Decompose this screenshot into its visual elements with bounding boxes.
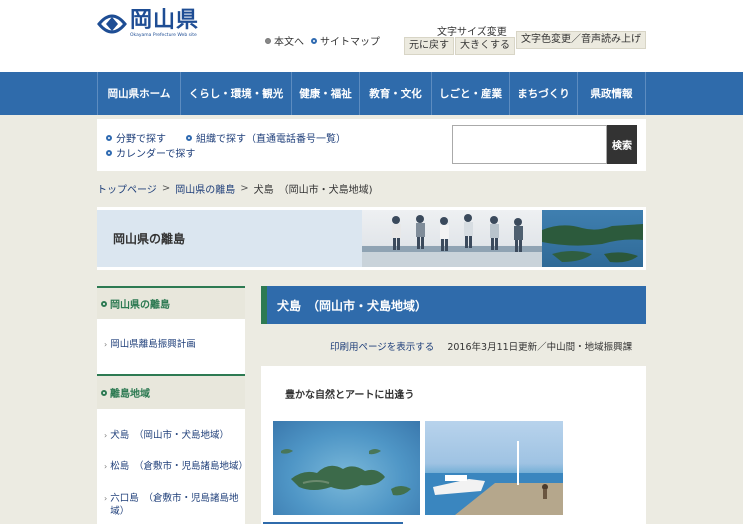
aerial-islands-image bbox=[281, 449, 411, 496]
sidebar-section-title: 岡山県の離島 bbox=[110, 300, 170, 311]
sidebar-item-label: 犬島 （岡山市・犬島地域） bbox=[110, 430, 229, 441]
global-nav-list: 岡山県ホーム くらし・環境・観光 健康・福祉 教育・文化 しごと・産業 まちづく… bbox=[97, 72, 646, 115]
sitemap-link[interactable]: サイトマップ bbox=[311, 33, 380, 48]
page-meta: 印刷用ページを表示する 2016年3月11日更新／中山間・地域振興課 bbox=[330, 339, 632, 353]
chevron-right-icon: › bbox=[104, 431, 108, 440]
sidebar-item-promotion-plan[interactable]: › 岡山県離島振興計画 bbox=[104, 338, 196, 351]
nav-item-health[interactable]: 健康・福祉 bbox=[292, 72, 360, 115]
islands-aerial-image bbox=[542, 224, 643, 263]
section-banner: 岡山県の離島 bbox=[97, 207, 646, 270]
sidebar-item-label: 松島 （倉敷市・児島諸島地域） bbox=[110, 461, 248, 472]
bullet-icon bbox=[106, 149, 112, 156]
color-voice-button[interactable]: 文字色変更／音声読み上げ bbox=[516, 31, 646, 49]
global-nav: 岡山県ホーム くらし・環境・観光 健康・福祉 教育・文化 しごと・産業 まちづく… bbox=[0, 72, 743, 115]
breadcrumb-current: 犬島 （岡山市・犬島地域) bbox=[253, 185, 373, 196]
font-size-label: 文字サイズ変更 bbox=[437, 27, 507, 38]
search-input[interactable] bbox=[452, 125, 607, 164]
banner-jumping-people-photo bbox=[362, 210, 542, 267]
sidebar-item-mukuchijima[interactable]: › 六口島 （倉敷市・児島諸島地域） bbox=[104, 492, 244, 518]
sitemap-label: サイトマップ bbox=[320, 37, 380, 48]
nav-item-government[interactable]: 県政情報 bbox=[578, 72, 646, 115]
breadcrumb-separator: > bbox=[240, 183, 249, 194]
breadcrumb-top[interactable]: トップページ bbox=[97, 181, 157, 196]
search-by-field-link[interactable]: 分野で探す bbox=[106, 130, 166, 145]
content-card: 豊かな自然とアートに出逢う bbox=[261, 366, 646, 524]
font-larger-button[interactable]: 大きくする bbox=[455, 37, 515, 55]
site-logo[interactable]: 岡山県 Okayama Prefecture Web site bbox=[97, 8, 207, 40]
logo-text: 岡山県 bbox=[130, 8, 200, 33]
skip-to-content-label: 本文へ bbox=[274, 37, 304, 48]
chevron-right-icon: › bbox=[104, 462, 108, 471]
sidebar: 岡山県の離島 › 岡山県離島振興計画 離島地域 › 犬島 （岡山市・犬島地域） … bbox=[97, 286, 248, 524]
page-title: 犬島 （岡山市・犬島地域） bbox=[261, 286, 646, 324]
banner-title-area: 岡山県の離島 bbox=[97, 210, 362, 267]
ferry-pier-photo bbox=[425, 421, 563, 515]
ferry-pier-image bbox=[425, 441, 563, 515]
banner-title: 岡山県の離島 bbox=[113, 232, 186, 246]
sidebar-item-label: 六口島 （倉敷市・児島諸島地域） bbox=[110, 493, 239, 517]
bullet-icon bbox=[106, 134, 112, 141]
print-page-link[interactable]: 印刷用ページを表示する bbox=[330, 342, 434, 353]
sidebar-item-inujima[interactable]: › 犬島 （岡山市・犬島地域） bbox=[104, 429, 236, 442]
nav-item-town[interactable]: まちづくり bbox=[510, 72, 578, 115]
updated-info: 2016年3月11日更新／中山間・地域振興課 bbox=[447, 342, 633, 353]
nav-item-living[interactable]: くらし・環境・観光 bbox=[181, 72, 292, 115]
chevron-right-icon: › bbox=[104, 494, 108, 503]
sidebar-item-matsushima[interactable]: › 松島 （倉敷市・児島諸島地域） bbox=[104, 460, 248, 473]
site-header: 岡山県 Okayama Prefecture Web site 本文へ サイトマ… bbox=[0, 0, 743, 72]
nav-item-home[interactable]: 岡山県ホーム bbox=[98, 72, 181, 115]
jumping-people-image bbox=[362, 214, 542, 267]
logo-subtitle: Okayama Prefecture Web site bbox=[130, 33, 197, 38]
font-reset-button[interactable]: 元に戻す bbox=[404, 37, 454, 55]
breadcrumb: トップページ > 岡山県の離島 > 犬島 （岡山市・犬島地域) bbox=[97, 181, 373, 196]
sidebar-section-body: › 犬島 （岡山市・犬島地域） › 松島 （倉敷市・児島諸島地域） › 六口島 … bbox=[97, 409, 248, 524]
bullet-icon bbox=[101, 300, 107, 307]
sidebar-section-islands[interactable]: 岡山県の離島 bbox=[97, 286, 245, 319]
search-by-field-label: 分野で探す bbox=[116, 134, 166, 145]
aerial-islands-photo bbox=[273, 421, 420, 515]
search-by-calendar-label: カレンダーで探す bbox=[116, 149, 196, 160]
sidebar-item-label: 岡山県離島振興計画 bbox=[110, 339, 196, 350]
sidebar-section-title: 離島地域 bbox=[110, 389, 150, 400]
bullet-icon bbox=[101, 389, 107, 396]
sidebar-section-body: › 岡山県離島振興計画 bbox=[97, 319, 245, 374]
search-by-calendar-link[interactable]: カレンダーで探す bbox=[106, 145, 195, 160]
breadcrumb-islands[interactable]: 岡山県の離島 bbox=[175, 181, 235, 196]
search-area: 分野で探す 組織で探す（直通電話番号一覧） カレンダーで探す 検索 bbox=[97, 119, 646, 171]
nav-item-work[interactable]: しごと・産業 bbox=[432, 72, 510, 115]
search-button[interactable]: 検索 bbox=[607, 125, 637, 164]
search-by-organization-label: 組織で探す（直通電話番号一覧） bbox=[196, 134, 346, 145]
nav-item-education[interactable]: 教育・文化 bbox=[360, 72, 432, 115]
content-heading: 豊かな自然とアートに出逢う bbox=[285, 390, 415, 401]
bullet-icon bbox=[186, 134, 192, 141]
sidebar-section-island-areas[interactable]: 離島地域 bbox=[97, 374, 245, 409]
chevron-right-icon: › bbox=[104, 340, 108, 349]
banner-islands-photo bbox=[542, 210, 643, 267]
search-by-organization-link[interactable]: 組織で探す（直通電話番号一覧） bbox=[186, 130, 346, 145]
skip-to-content-link[interactable]: 本文へ bbox=[265, 33, 304, 48]
breadcrumb-separator: > bbox=[161, 183, 171, 194]
bullet-icon bbox=[311, 37, 317, 44]
bullet-icon bbox=[265, 37, 271, 44]
prefecture-emblem-icon bbox=[97, 14, 127, 34]
